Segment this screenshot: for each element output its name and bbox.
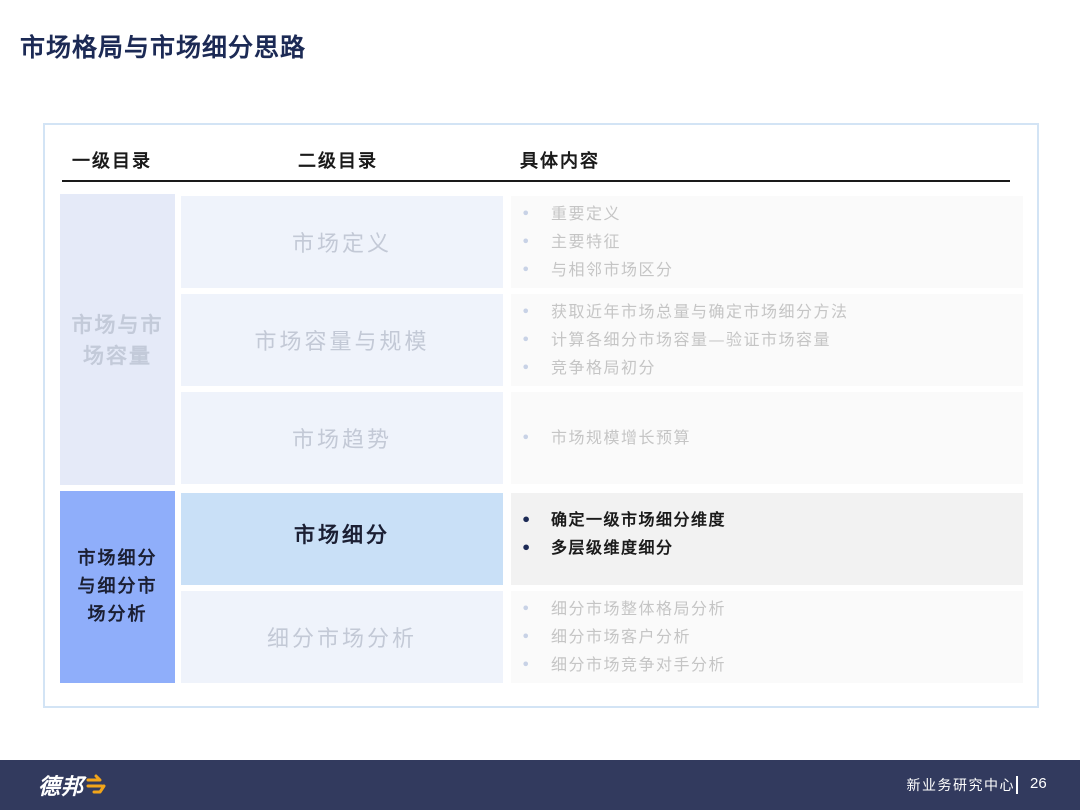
list-item: • 计算各细分市场容量—验证市场容量 (521, 326, 1023, 354)
level2-market-segmentation: 市场细分 (181, 493, 503, 585)
bullet-icon: • (521, 538, 533, 557)
page-number: 26 (1030, 775, 1047, 792)
bullet-icon: • (521, 330, 532, 349)
level1-label-line: 市场与市 (71, 311, 164, 337)
content-market-trend: • 市场规模增长预算 (511, 392, 1023, 484)
content-market-segmentation: • 确定一级市场细分维度 • 多层级维度细分 (511, 493, 1023, 585)
list-item: • 细分市场整体格局分析 (521, 595, 1023, 623)
list-item: • 重要定义 (521, 200, 1023, 228)
bullet-icon: • (521, 428, 532, 447)
deppon-logo: 德邦 (38, 770, 108, 800)
level1-market-segmentation: 市场细分 与细分市 场分析 (60, 491, 175, 683)
logo-text: 德邦 (38, 775, 85, 800)
header-level2: 二级目录 (298, 151, 378, 172)
content-market-definition: • 重要定义 • 主要特征 • 与相邻市场区分 (511, 196, 1023, 288)
bullet-icon: • (521, 358, 532, 377)
level2-market-size: 市场容量与规模 (181, 294, 503, 386)
list-item: • 获取近年市场总量与确定市场细分方法 (521, 298, 1023, 326)
level1-label-line: 市场细分 (77, 548, 158, 569)
level1-market-capacity: 市场与市 场容量 (60, 194, 175, 485)
list-item: • 确定一级市场细分维度 (521, 506, 1023, 534)
list-item: • 多层级维度细分 (521, 534, 1023, 562)
level1-label-line: 场分析 (87, 604, 148, 625)
level2-market-definition: 市场定义 (181, 196, 503, 288)
level2-market-trend: 市场趋势 (181, 392, 503, 484)
header-content: 具体内容 (520, 151, 600, 172)
level1-label-line: 场容量 (83, 342, 152, 368)
bullet-icon: • (521, 655, 532, 674)
page-title: 市场格局与市场细分思路 (20, 33, 307, 62)
level1-label-line: 与细分市 (77, 576, 158, 597)
footer-department: 新业务研究中心 (906, 778, 1015, 794)
bullet-icon: • (521, 599, 532, 618)
bullet-icon: • (521, 302, 532, 321)
footer-divider (1016, 776, 1018, 794)
list-item: • 主要特征 (521, 228, 1023, 256)
level2-segment-analysis: 细分市场分析 (181, 591, 503, 683)
footer-bar: 德邦 新业务研究中心 26 (0, 760, 1080, 810)
bullet-icon: • (521, 510, 533, 529)
bullet-icon: • (521, 232, 532, 251)
list-item: • 与相邻市场区分 (521, 256, 1023, 284)
list-item: • 细分市场客户分析 (521, 623, 1023, 651)
bullet-icon: • (521, 260, 532, 279)
list-item: • 市场规模增长预算 (521, 424, 1023, 452)
logo-arrow-icon (86, 774, 106, 794)
content-segment-analysis: • 细分市场整体格局分析 • 细分市场客户分析 • 细分市场竞争对手分析 (511, 591, 1023, 683)
list-item: • 竞争格局初分 (521, 354, 1023, 382)
bullet-icon: • (521, 204, 532, 223)
list-item: • 细分市场竞争对手分析 (521, 651, 1023, 679)
header-level1: 一级目录 (72, 151, 152, 172)
header-rule (62, 180, 1010, 182)
bullet-icon: • (521, 627, 532, 646)
content-market-size: • 获取近年市场总量与确定市场细分方法 • 计算各细分市场容量—验证市场容量 • 竞争… (511, 294, 1023, 386)
